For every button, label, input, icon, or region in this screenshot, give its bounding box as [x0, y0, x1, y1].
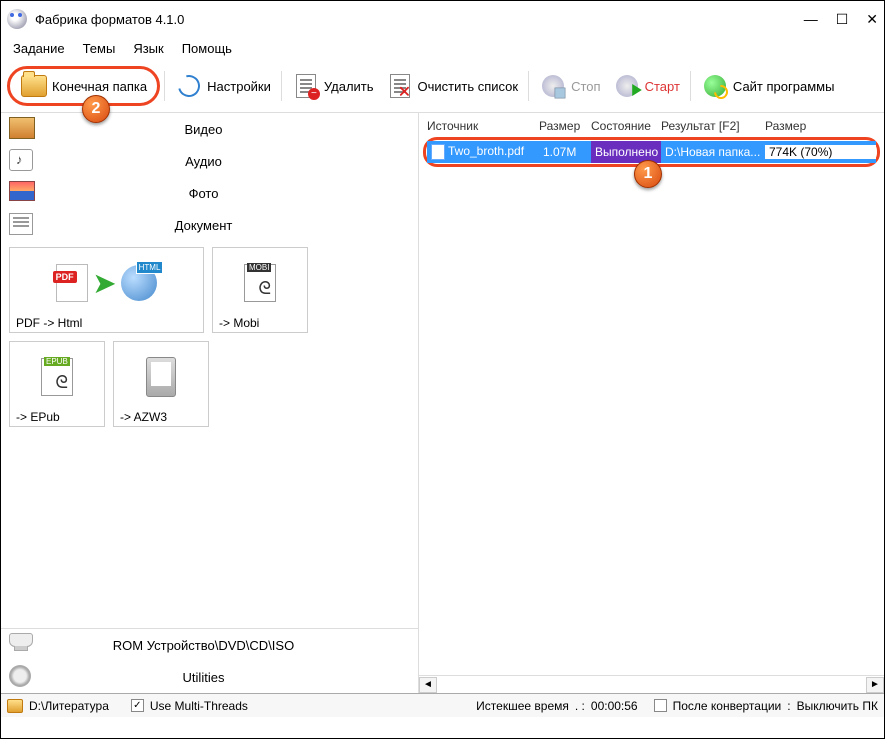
header-size2[interactable]: Размер [761, 119, 880, 133]
target-azw3-label: -> AZW3 [120, 408, 202, 424]
epub-icon [41, 358, 73, 396]
left-panel: Видео Аудио Фото Документ ➤ [1, 113, 419, 693]
arrow-icon: ➤ [94, 268, 116, 299]
site-button[interactable]: Сайт программы [695, 70, 841, 102]
titlebar: Фабрика форматов 4.1.0 — ☐ ✕ [1, 1, 884, 37]
close-button[interactable]: ✕ [866, 11, 878, 28]
start-button[interactable]: Старт [607, 70, 686, 102]
target-epub-label: -> EPub [16, 408, 98, 424]
category-video-label: Видео [49, 122, 418, 137]
doc-icon [9, 213, 33, 235]
document-targets: ➤ PDF -> Html -> Mobi -> EPub -> AZW3 [1, 241, 418, 433]
html-globe-icon [121, 265, 157, 301]
globe-icon [704, 75, 726, 97]
target-mobi[interactable]: -> Mobi [212, 247, 308, 333]
after-convert-checkbox[interactable] [654, 699, 667, 712]
category-photo[interactable]: Фото [1, 177, 418, 209]
scroll-right-icon[interactable]: ► [866, 677, 884, 693]
delete-button[interactable]: − Удалить [286, 70, 380, 102]
minimize-button[interactable]: — [804, 11, 818, 28]
row-result: D:\Новая папка... [661, 145, 765, 159]
drive-icon [9, 633, 33, 647]
target-pdf-html[interactable]: ➤ PDF -> Html [9, 247, 204, 333]
row-size2: 774K (70%) [765, 145, 876, 159]
settings-label: Настройки [207, 79, 271, 94]
multithread-checkbox[interactable]: ✓ [131, 699, 144, 712]
header-state[interactable]: Состояние [587, 119, 657, 133]
target-azw3[interactable]: -> AZW3 [113, 341, 209, 427]
scroll-left-icon[interactable]: ◄ [419, 677, 437, 693]
site-label: Сайт программы [733, 79, 835, 94]
elapsed-label: Истекшее время [476, 699, 569, 713]
app-icon [7, 9, 27, 29]
elapsed-value: 00:00:56 [591, 699, 638, 713]
category-document[interactable]: Документ [1, 209, 418, 241]
target-epub[interactable]: -> EPub [9, 341, 105, 427]
start-label: Старт [645, 79, 680, 94]
category-video[interactable]: Видео [1, 113, 418, 145]
photo-icon [9, 181, 35, 201]
folder-icon[interactable] [7, 699, 23, 713]
category-audio-label: Аудио [49, 154, 418, 169]
horizontal-scrollbar[interactable]: ◄ ► [419, 675, 884, 693]
after-convert-value: Выключить ПК [797, 699, 878, 713]
target-pdf-html-label: PDF -> Html [16, 314, 197, 330]
file-icon [431, 144, 445, 160]
folder-icon [21, 75, 47, 97]
category-utilities[interactable]: Utilities [1, 661, 418, 693]
row-size: 1.07M [539, 145, 591, 159]
content: Видео Аудио Фото Документ ➤ [1, 113, 884, 693]
film-icon [9, 117, 35, 139]
category-photo-label: Фото [49, 186, 418, 201]
stop-label: Стоп [571, 79, 600, 94]
menu-lang[interactable]: Язык [133, 41, 163, 56]
x-icon [398, 84, 411, 97]
menu-task[interactable]: Задание [13, 41, 65, 56]
target-mobi-label: -> Mobi [219, 314, 301, 330]
ereader-icon [146, 357, 176, 397]
dest-folder-label: Конечная папка [52, 79, 147, 94]
window-title: Фабрика форматов 4.1.0 [35, 12, 184, 27]
right-panel: Источник Размер Состояние Результат [F2]… [419, 113, 884, 693]
note-icon [9, 149, 33, 171]
header-source[interactable]: Источник [423, 119, 535, 133]
category-utilities-label: Utilities [49, 670, 418, 685]
gear-icon [9, 665, 31, 687]
category-document-label: Документ [49, 218, 418, 233]
stop-button[interactable]: Стоп [533, 70, 606, 102]
status-path[interactable]: D:\Литература [29, 699, 109, 713]
multithread-label: Use Multi-Threads [150, 699, 248, 713]
table-header: Источник Размер Состояние Результат [F2]… [419, 113, 884, 137]
clear-list-button[interactable]: Очистить список [380, 70, 525, 102]
after-convert-label: После конвертации [673, 699, 782, 713]
settings-button[interactable]: Настройки [169, 70, 277, 102]
statusbar: D:\Литература ✓ Use Multi-Threads Истекш… [1, 693, 884, 717]
dest-folder-button[interactable]: Конечная папка [14, 70, 153, 102]
category-rom[interactable]: ROM Устройство\DVD\CD\ISO [1, 629, 418, 661]
menu-help[interactable]: Помощь [182, 41, 232, 56]
menubar: Задание Темы Язык Помощь [1, 37, 884, 64]
header-size[interactable]: Размер [535, 119, 587, 133]
settings-icon [174, 71, 204, 101]
header-result[interactable]: Результат [F2] [657, 119, 761, 133]
menu-themes[interactable]: Темы [83, 41, 116, 56]
callout-badge-1: 1 [634, 160, 662, 188]
clear-label: Очистить список [418, 79, 519, 94]
pdf-icon [56, 264, 88, 302]
mobi-icon [244, 264, 276, 302]
toolbar: Конечная папка 2 Настройки − Удалить Очи… [1, 64, 884, 113]
maximize-button[interactable]: ☐ [836, 11, 849, 28]
delete-label: Удалить [324, 79, 374, 94]
category-audio[interactable]: Аудио [1, 145, 418, 177]
row-source: Two_broth.pdf [448, 144, 524, 158]
category-rom-label: ROM Устройство\DVD\CD\ISO [49, 638, 418, 653]
